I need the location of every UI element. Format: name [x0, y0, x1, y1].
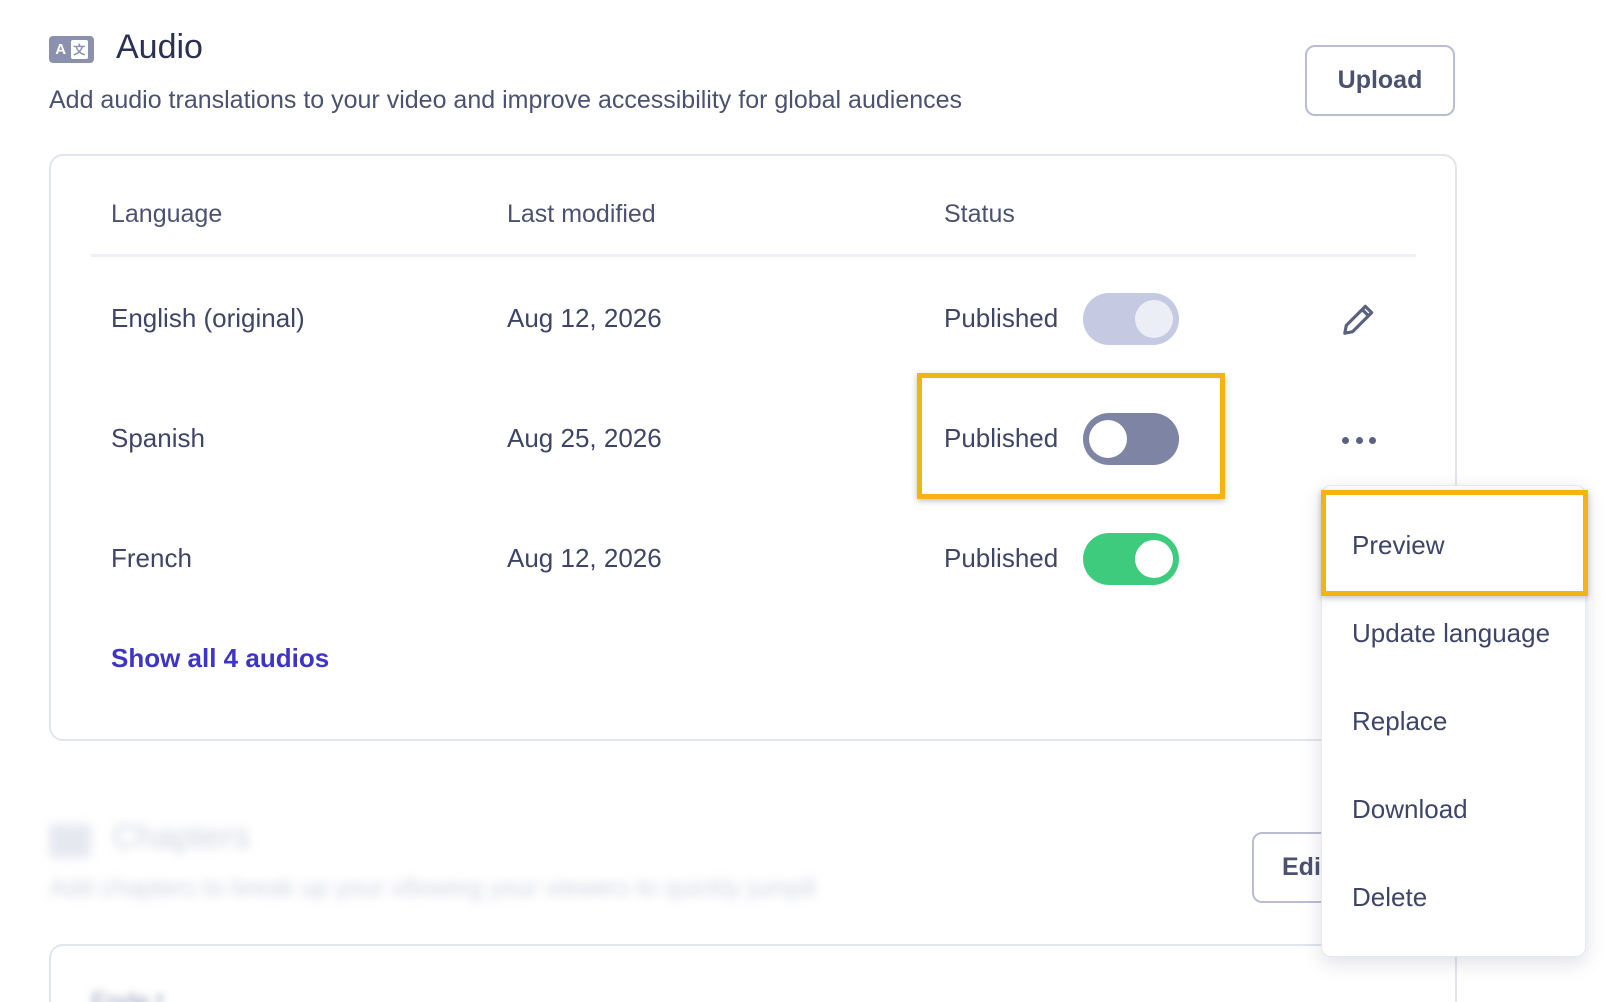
row-spanish-modified: Aug 25, 2026: [507, 423, 662, 453]
row-english-language: English (original): [111, 303, 305, 333]
section-description: Add audio translations to your video and…: [49, 86, 963, 114]
section-title: Audio: [116, 28, 203, 66]
menu-item-update-language[interactable]: Update language: [1352, 618, 1550, 649]
header-divider: [91, 254, 1416, 257]
chapters-card-text: Ende t: [91, 988, 164, 1002]
status-toggle-spanish[interactable]: [1083, 413, 1179, 465]
more-options-icon[interactable]: [1342, 428, 1376, 452]
menu-item-replace[interactable]: Replace: [1352, 706, 1447, 737]
column-header-status: Status: [944, 200, 1015, 228]
chapters-icon: [49, 824, 91, 858]
row-french-language: French: [111, 543, 192, 573]
row-french-status: Published: [944, 543, 1059, 573]
menu-item-preview[interactable]: Preview: [1352, 530, 1444, 561]
row-english-status: Published: [944, 303, 1059, 333]
column-header-language: Language: [111, 200, 223, 228]
pencil-icon[interactable]: [1340, 300, 1378, 338]
row-spanish-language: Spanish: [111, 423, 205, 453]
row-french-modified: Aug 12, 2026: [507, 543, 662, 573]
show-all-audios-link[interactable]: Show all 4 audios: [111, 643, 329, 674]
status-toggle-english: [1083, 293, 1179, 345]
status-toggle-french[interactable]: [1083, 533, 1179, 585]
actions-menu: Preview Update language Replace Download…: [1321, 485, 1586, 957]
translate-icon: A文: [49, 36, 94, 63]
chapters-description: Add chapters to break up your v8owing yo…: [49, 874, 817, 902]
chapters-title: Chapters: [112, 818, 250, 856]
menu-item-delete[interactable]: Delete: [1352, 882, 1427, 913]
menu-item-download[interactable]: Download: [1352, 794, 1468, 825]
row-english-modified: Aug 12, 2026: [507, 303, 662, 333]
chapters-card: [49, 944, 1457, 1002]
page: A文 Audio Add audio translations to your …: [0, 0, 1620, 1002]
row-spanish-status: Published: [944, 423, 1059, 453]
column-header-last-modified: Last modified: [507, 200, 656, 228]
upload-button[interactable]: Upload: [1305, 45, 1455, 116]
